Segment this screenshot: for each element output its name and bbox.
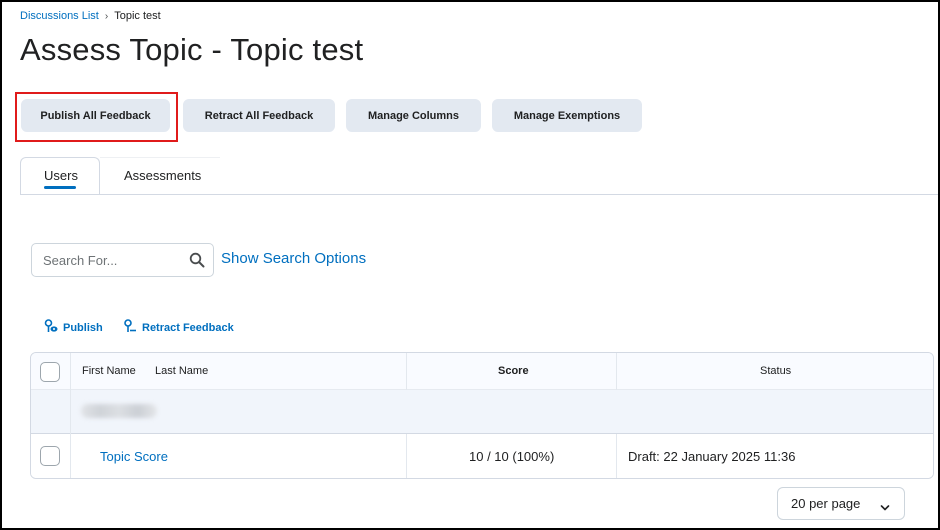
retract-feedback-action[interactable]: Retract Feedback xyxy=(123,319,234,336)
header-score: Score xyxy=(498,365,529,377)
header-status: Status xyxy=(760,365,792,377)
table-header-row: First Name Last Name Score Status xyxy=(31,353,933,390)
per-page-select[interactable]: 20 per page xyxy=(777,487,905,520)
publish-all-feedback-button[interactable]: Publish All Feedback xyxy=(21,99,170,132)
users-table: First Name Last Name Score Status Topic … xyxy=(30,352,934,479)
page-title: Assess Topic - Topic test xyxy=(20,32,364,67)
breadcrumb-current: Topic test xyxy=(114,10,161,22)
status-value: Draft: 22 January 2025 11:36 xyxy=(628,449,796,464)
manage-exemptions-button[interactable]: Manage Exemptions xyxy=(492,99,642,132)
retract-feedback-label: Retract Feedback xyxy=(142,321,234,334)
redacted-user-name xyxy=(81,404,157,418)
manage-columns-button[interactable]: Manage Columns xyxy=(346,99,481,132)
retract-all-feedback-button[interactable]: Retract All Feedback xyxy=(183,99,335,132)
active-tab-indicator xyxy=(44,186,76,189)
breadcrumb-discussions-list[interactable]: Discussions List xyxy=(20,10,99,22)
publish-icon xyxy=(44,319,59,336)
column-divider xyxy=(616,434,617,478)
breadcrumb: Discussions List › Topic test xyxy=(20,10,161,22)
search-box xyxy=(31,243,214,277)
tab-assessments[interactable]: Assessments xyxy=(124,168,201,183)
tabs-divider xyxy=(20,194,938,195)
publish-label: Publish xyxy=(63,321,103,334)
chevron-down-icon xyxy=(880,500,890,511)
table-row: Topic Score 10 / 10 (100%) Draft: 22 Jan… xyxy=(31,434,933,478)
tab-users[interactable]: Users xyxy=(44,168,78,183)
show-search-options-link[interactable]: Show Search Options xyxy=(221,250,366,267)
search-icon[interactable] xyxy=(189,252,205,268)
retract-feedback-icon xyxy=(123,319,138,336)
per-page-value: 20 per page xyxy=(791,496,861,511)
breadcrumb-separator: › xyxy=(104,10,109,22)
header-last-name[interactable]: Last Name xyxy=(155,365,208,377)
column-divider xyxy=(406,353,407,390)
row-checkbox[interactable] xyxy=(40,446,60,466)
column-divider xyxy=(406,434,407,478)
column-divider xyxy=(616,353,617,390)
search-input[interactable] xyxy=(43,252,183,268)
header-first-name[interactable]: First Name xyxy=(82,365,136,377)
select-all-checkbox[interactable] xyxy=(40,362,60,382)
topic-score-link[interactable]: Topic Score xyxy=(100,449,168,464)
publish-action[interactable]: Publish xyxy=(44,319,103,336)
table-group-row xyxy=(31,390,933,434)
column-divider xyxy=(70,353,71,478)
score-value: 10 / 10 (100%) xyxy=(469,449,555,464)
